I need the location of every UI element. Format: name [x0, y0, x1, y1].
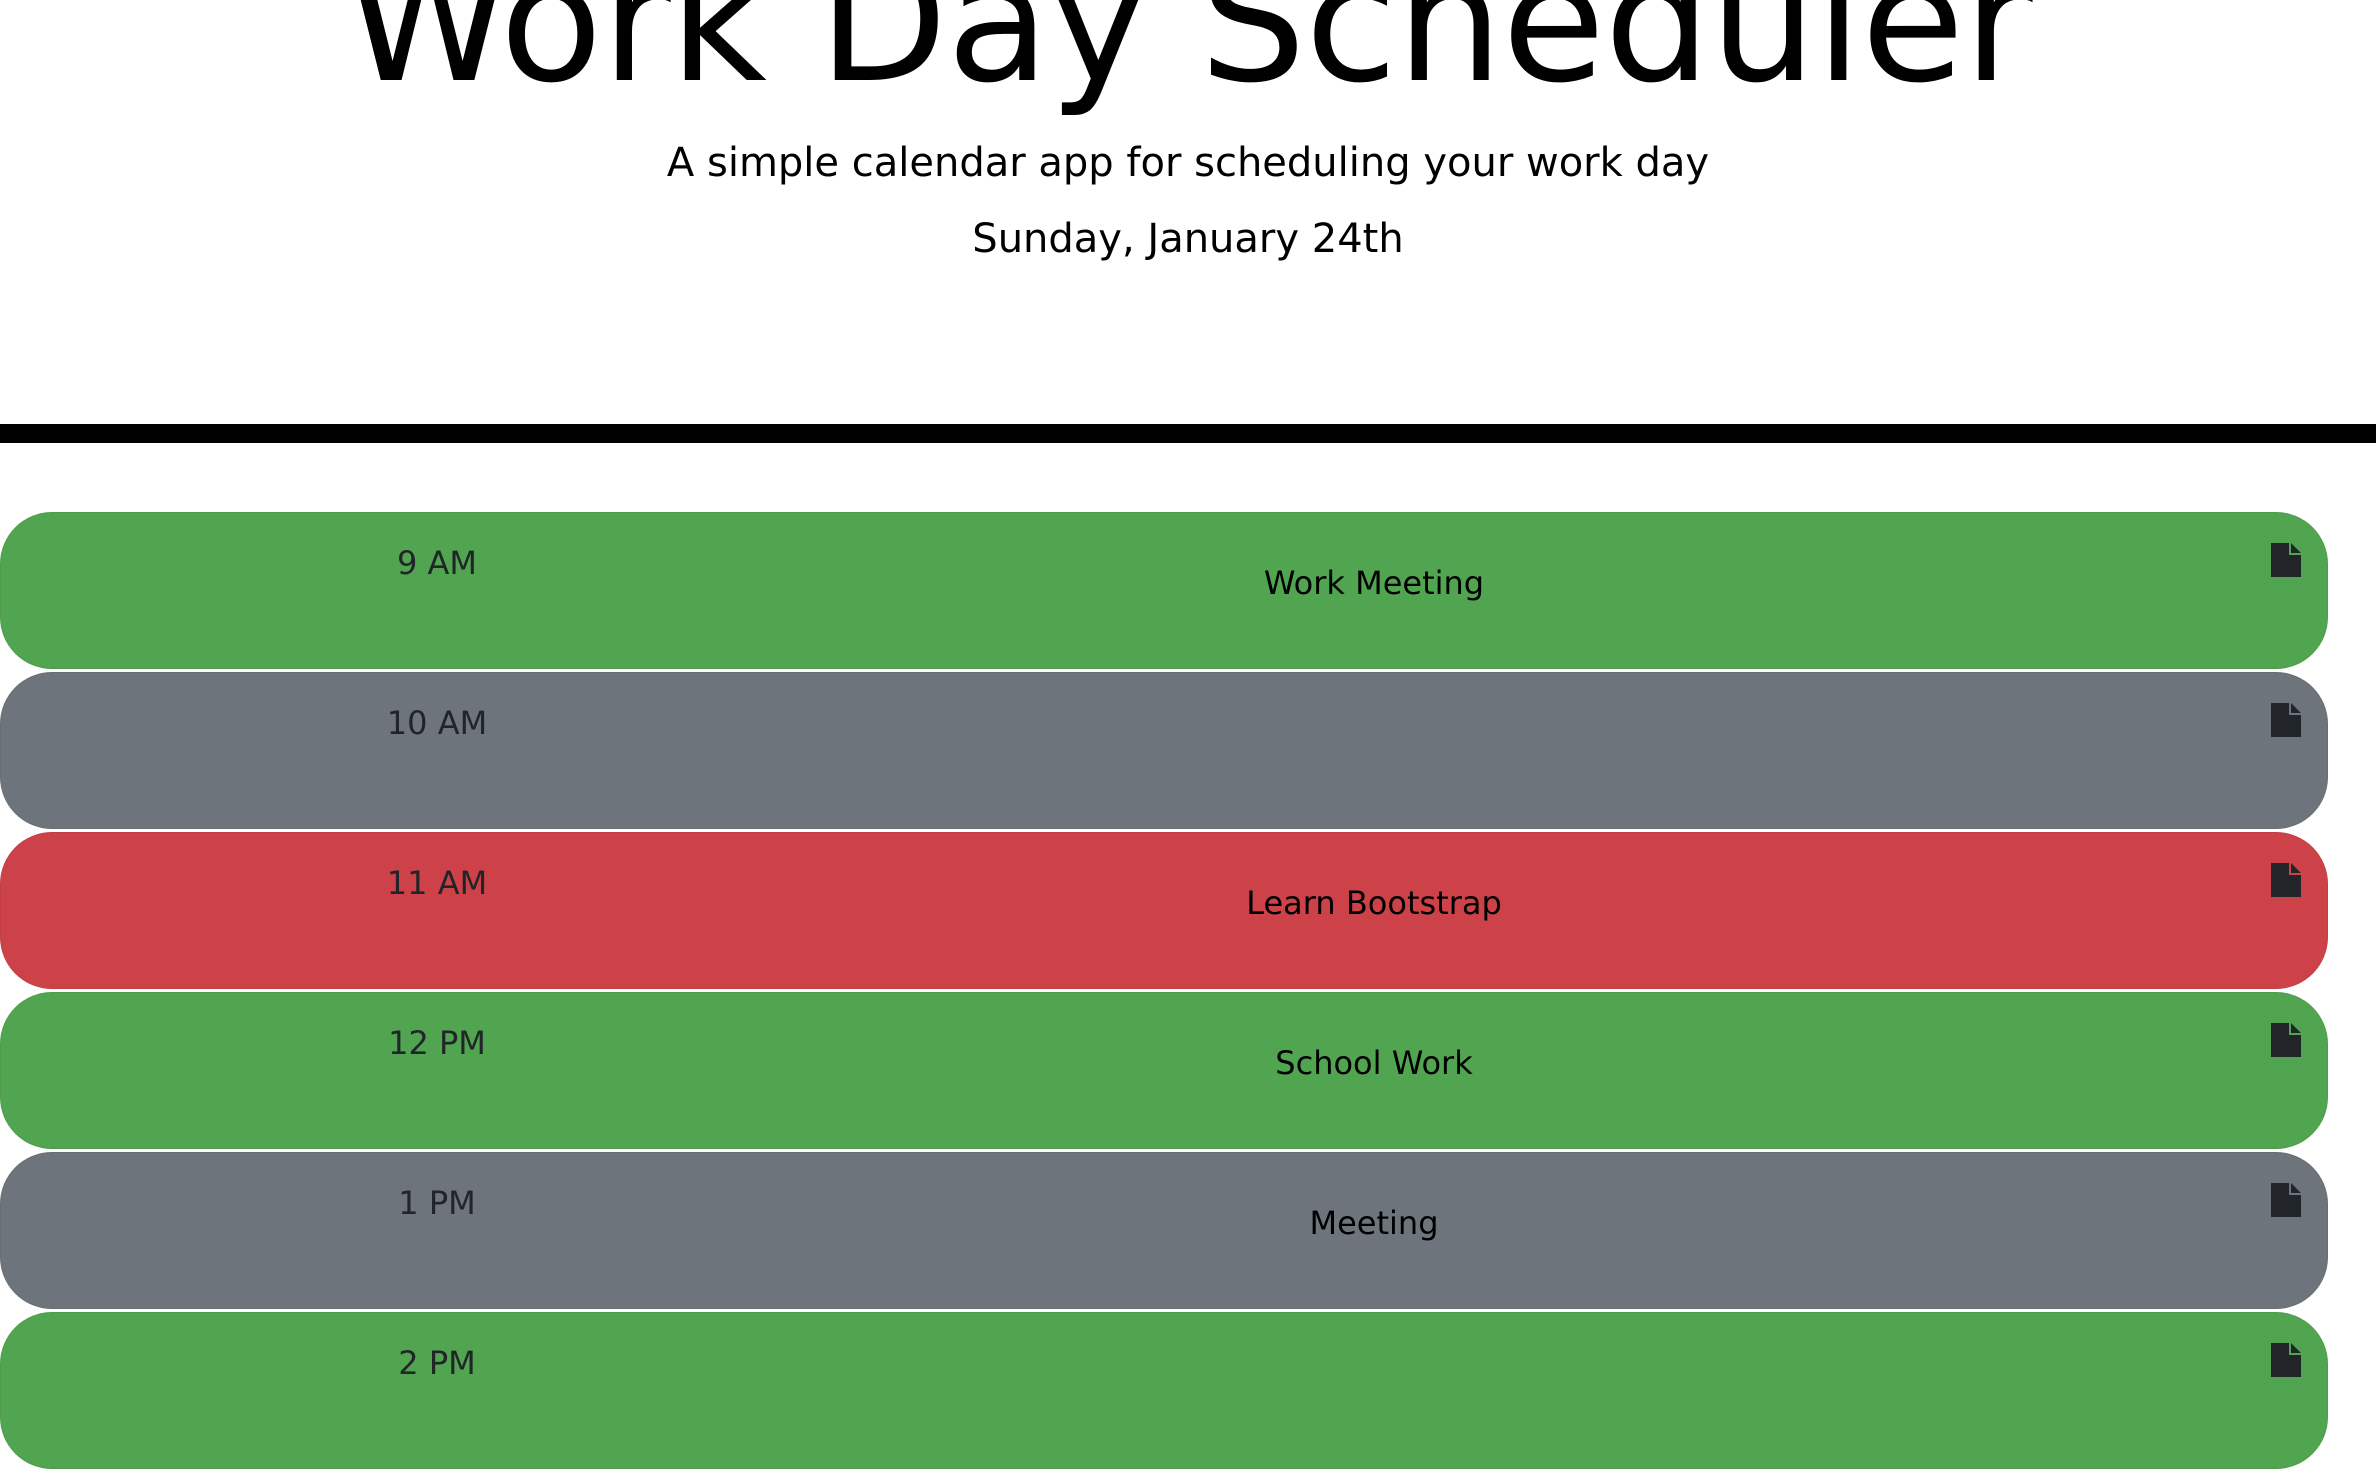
time-block-row: 12 PM School Work: [0, 992, 2328, 1149]
page-subtitle: A simple calendar app for scheduling you…: [666, 140, 1710, 186]
time-block-row: 9 AM Work Meeting: [0, 512, 2328, 669]
hour-label: 2 PM: [398, 1344, 476, 1382]
save-button[interactable]: [2271, 1183, 2301, 1217]
current-date: Sunday, January 24th: [972, 216, 1404, 262]
file-icon: [2271, 1183, 2301, 1217]
task-input[interactable]: Work Meeting: [561, 563, 2187, 603]
save-button[interactable]: [2271, 1343, 2301, 1377]
time-block-row: 11 AM Learn Bootstrap: [0, 832, 2328, 989]
save-button[interactable]: [2271, 1023, 2301, 1057]
save-button[interactable]: [2271, 863, 2301, 897]
hour-label: 12 PM: [388, 1024, 486, 1062]
header-divider: [0, 424, 2376, 443]
header: Work Day Scheduler A simple calendar app…: [0, 0, 2376, 420]
file-icon: [2271, 1343, 2301, 1377]
save-button[interactable]: [2271, 703, 2301, 737]
hour-label: 9 AM: [396, 544, 478, 582]
hour-label: 1 PM: [398, 1184, 476, 1222]
schedule-rows: 9 AM Work Meeting 10 AM 11 AM Learn Boot…: [0, 512, 2376, 1472]
file-icon: [2271, 543, 2301, 577]
file-icon: [2271, 863, 2301, 897]
save-button[interactable]: [2271, 543, 2301, 577]
hour-label: 11 AM: [386, 864, 488, 902]
time-block-row: 2 PM: [0, 1312, 2328, 1469]
task-input[interactable]: Meeting: [561, 1203, 2187, 1243]
task-input[interactable]: School Work: [561, 1043, 2187, 1083]
page-title: Work Day Scheduler: [344, 0, 2032, 120]
time-block-row: 1 PM Meeting: [0, 1152, 2328, 1309]
file-icon: [2271, 1023, 2301, 1057]
task-input[interactable]: Learn Bootstrap: [561, 883, 2187, 923]
time-block-row: 10 AM: [0, 672, 2328, 829]
file-icon: [2271, 703, 2301, 737]
hour-label: 10 AM: [386, 704, 488, 742]
